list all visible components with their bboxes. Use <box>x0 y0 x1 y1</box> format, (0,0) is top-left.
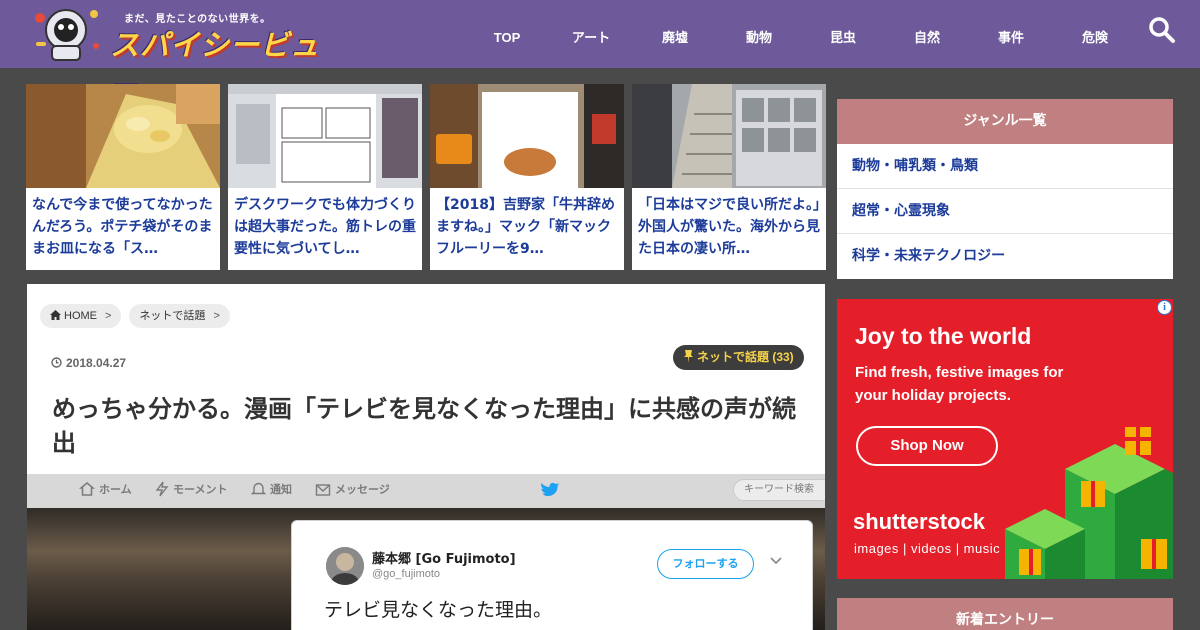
card-title: 【2018】吉野家「牛丼辞めますね。」マック「新マックフルーリーを9… <box>436 197 615 257</box>
tweet-author-name: 藤本郷 [Go Fujimoto] <box>372 552 516 567</box>
ad-tagline: images | videos | music <box>854 541 1001 556</box>
breadcrumb-home[interactable]: HOME > <box>40 304 122 328</box>
featured-card-1[interactable]: なんで今まで使ってなかったんだろう。ポテチ袋がそのままお皿になる「ス… <box>26 84 220 270</box>
genre-item-paranormal[interactable]: 超常・心霊現象 <box>837 189 1173 234</box>
genre-list: 動物・哺乳類・鳥類 超常・心霊現象 科学・未来テクノロジー <box>837 144 1173 279</box>
twitter-nav-home: ホーム <box>78 474 132 508</box>
nav-item-art[interactable]: アート <box>549 0 633 68</box>
card-title: 「日本はマジで良い所だよ。」外国人が驚いた。海外から見た日本の凄い所… <box>638 197 820 257</box>
twitter-nav-moments: モーメント <box>155 474 228 508</box>
card-thumbnail-manga <box>228 84 422 188</box>
shop-now-button[interactable]: Shop Now <box>856 426 998 466</box>
card-thumbnail-yoshinoya <box>430 84 624 188</box>
site-logo[interactable]: まだ、見たことのない世界を。 スパイシービュー <box>32 4 342 104</box>
nav-item-nature[interactable]: 自然 <box>885 0 969 68</box>
post-date: 2018.04.27 <box>51 356 126 370</box>
genre-widget-heading: ジャンル一覧 <box>837 99 1173 144</box>
tweet-author-handle: @go_fujimoto <box>372 568 441 580</box>
tweet-card: 藤本郷 [Go Fujimoto] @go_fujimoto フォローする テレ… <box>291 520 813 630</box>
tweet-text: テレビ見なくなった理由。 <box>324 599 553 621</box>
search-icon[interactable] <box>1148 16 1176 44</box>
breadcrumb: HOME > ネットで話題 > <box>40 304 238 328</box>
genre-item-animals[interactable]: 動物・哺乳類・鳥類 <box>837 144 1173 189</box>
article-title: めっちゃ分かる。漫画「テレビを見なくなった理由」に共感の声が続出 <box>52 395 796 457</box>
home-icon <box>50 310 61 320</box>
avatar <box>326 547 364 585</box>
nav-item-insects[interactable]: 昆虫 <box>801 0 885 68</box>
twitter-search-box: キーワード検索 <box>733 479 825 501</box>
lightning-icon <box>155 481 169 497</box>
pin-icon <box>684 350 693 363</box>
breadcrumb-category[interactable]: ネットで話題 > <box>129 304 230 328</box>
nav-item-ruins[interactable]: 廃墟 <box>633 0 717 68</box>
home-outline-icon <box>78 482 96 496</box>
twitter-bird-icon <box>541 482 560 496</box>
main-nav: TOP アート 廃墟 動物 昆虫 自然 事件 危険 <box>465 0 1137 68</box>
nav-item-animals[interactable]: 動物 <box>717 0 801 68</box>
shutterstock-ad[interactable]: i Joy to the world Find fresh, festive i… <box>837 299 1173 579</box>
new-entries-heading: 新着エントリー <box>837 598 1173 630</box>
chevron-down-icon <box>770 557 782 565</box>
card-title: デスクワークでも体力づくりは超大事だった。筋トレの重要性に気づいてし… <box>234 197 416 257</box>
astronaut-mascot-icon <box>35 9 99 61</box>
genre-item-science[interactable]: 科学・未来テクノロジー <box>837 234 1173 279</box>
bell-icon <box>250 482 267 495</box>
article-main: HOME > ネットで話題 > 2018.04.27 ネットで話題 (33) めっち… <box>27 284 825 630</box>
twitter-nav-notifications: 通知 <box>250 474 292 508</box>
card-title: なんで今まで使ってなかったんだろう。ポテチ袋がそのままお皿になる「ス… <box>32 197 213 257</box>
nav-item-incidents[interactable]: 事件 <box>969 0 1053 68</box>
gift-boxes-illustration <box>1005 427 1173 579</box>
card-thumbnail-station <box>632 84 826 188</box>
ad-choices-icon[interactable]: i <box>1157 300 1172 315</box>
category-badge[interactable]: ネットで話題 (33) <box>673 345 804 370</box>
clock-icon <box>51 357 62 368</box>
site-header: まだ、見たことのない世界を。 スパイシービュー TOP アート 廃墟 動物 昆虫… <box>0 0 1200 104</box>
twitter-nav-bar: ホーム モーメント 通知 メッセージ キーワード検索 <box>27 474 825 508</box>
ad-headline: Joy to the world <box>855 323 1032 349</box>
follow-button: フォローする <box>657 549 754 579</box>
envelope-icon <box>315 484 331 496</box>
card-thumbnail-chips <box>26 84 220 188</box>
embedded-tweet-screenshot: ホーム モーメント 通知 メッセージ キーワード検索 藤本郷 [Go Fujim… <box>27 474 825 630</box>
ad-subtext: Find fresh, festive images for your holi… <box>855 364 1064 404</box>
twitter-nav-messages: メッセージ <box>315 474 390 508</box>
featured-card-2[interactable]: デスクワークでも体力づくりは超大事だった。筋トレの重要性に気づいてし… <box>228 84 422 270</box>
featured-card-3[interactable]: 【2018】吉野家「牛丼辞めますね。」マック「新マックフルーリーを9… <box>430 84 624 270</box>
nav-item-top[interactable]: TOP <box>465 0 549 68</box>
featured-card-4[interactable]: 「日本はマジで良い所だよ。」外国人が驚いた。海外から見た日本の凄い所… <box>632 84 826 270</box>
nav-item-danger[interactable]: 危険 <box>1053 0 1137 68</box>
ad-brand-logo: shutterstock <box>853 509 986 534</box>
